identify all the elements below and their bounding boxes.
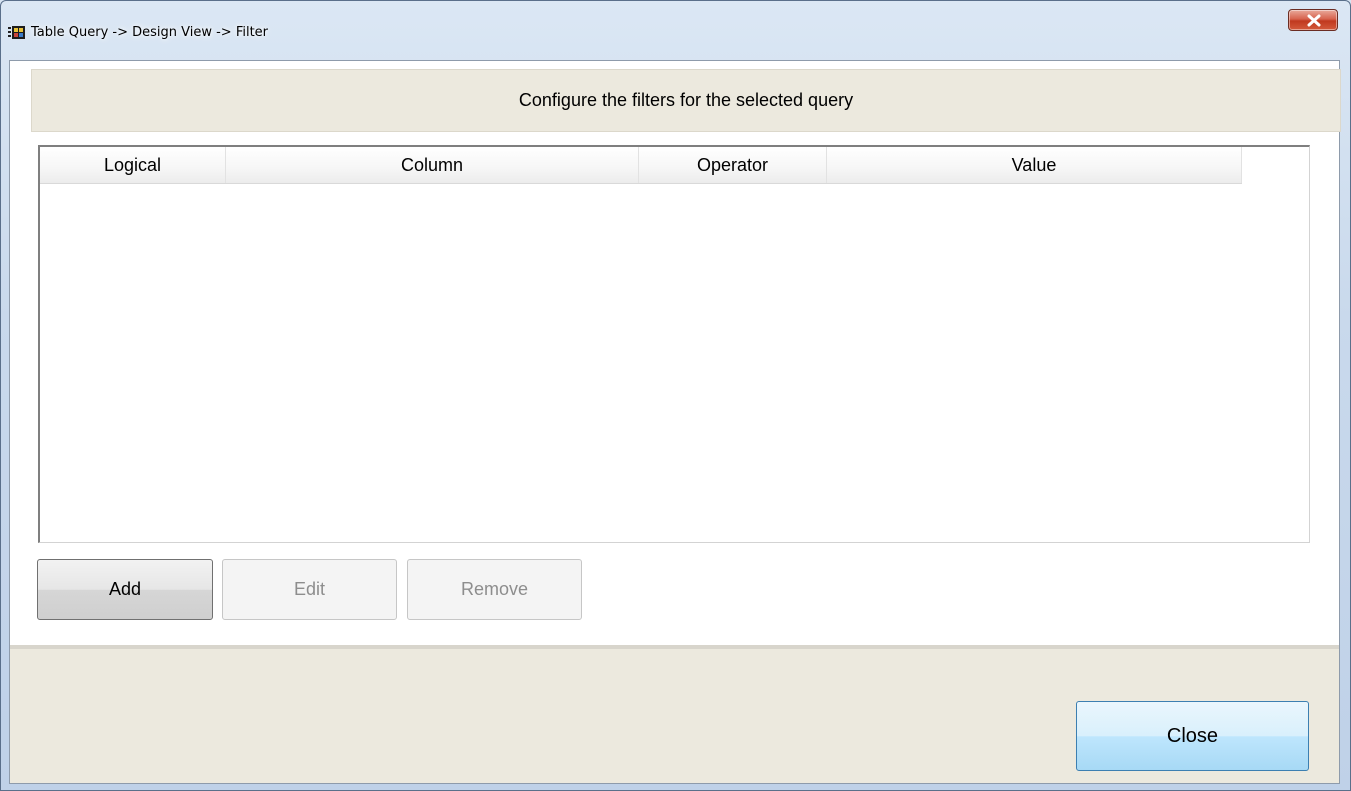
column-header-logical[interactable]: Logical bbox=[40, 147, 226, 183]
filter-dialog-window: Table Query -> Design View -> Filter Con… bbox=[0, 0, 1351, 791]
add-button[interactable]: Add bbox=[37, 559, 213, 620]
window-close-button[interactable] bbox=[1288, 9, 1338, 31]
dialog-body: Configure the filters for the selected q… bbox=[9, 60, 1341, 784]
app-table-icon bbox=[8, 26, 26, 40]
instruction-text: Configure the filters for the selected q… bbox=[518, 90, 854, 110]
window-title: Table Query -> Design View -> Filter bbox=[31, 25, 269, 40]
column-header-operator[interactable]: Operator bbox=[639, 147, 827, 183]
instruction-banner: Configure the filters for the selected q… bbox=[31, 69, 1341, 132]
grid-header: Logical Column Operator Value bbox=[40, 147, 1242, 184]
remove-button[interactable]: Remove bbox=[407, 559, 582, 620]
column-header-column[interactable]: Column bbox=[226, 147, 639, 183]
filter-grid[interactable]: Logical Column Operator Value bbox=[38, 145, 1310, 543]
edit-button[interactable]: Edit bbox=[222, 559, 397, 620]
column-header-value[interactable]: Value bbox=[827, 147, 1242, 183]
close-icon bbox=[1307, 14, 1321, 27]
close-button[interactable]: Close bbox=[1076, 701, 1309, 771]
title-bar[interactable]: Table Query -> Design View -> Filter bbox=[1, 1, 1350, 59]
